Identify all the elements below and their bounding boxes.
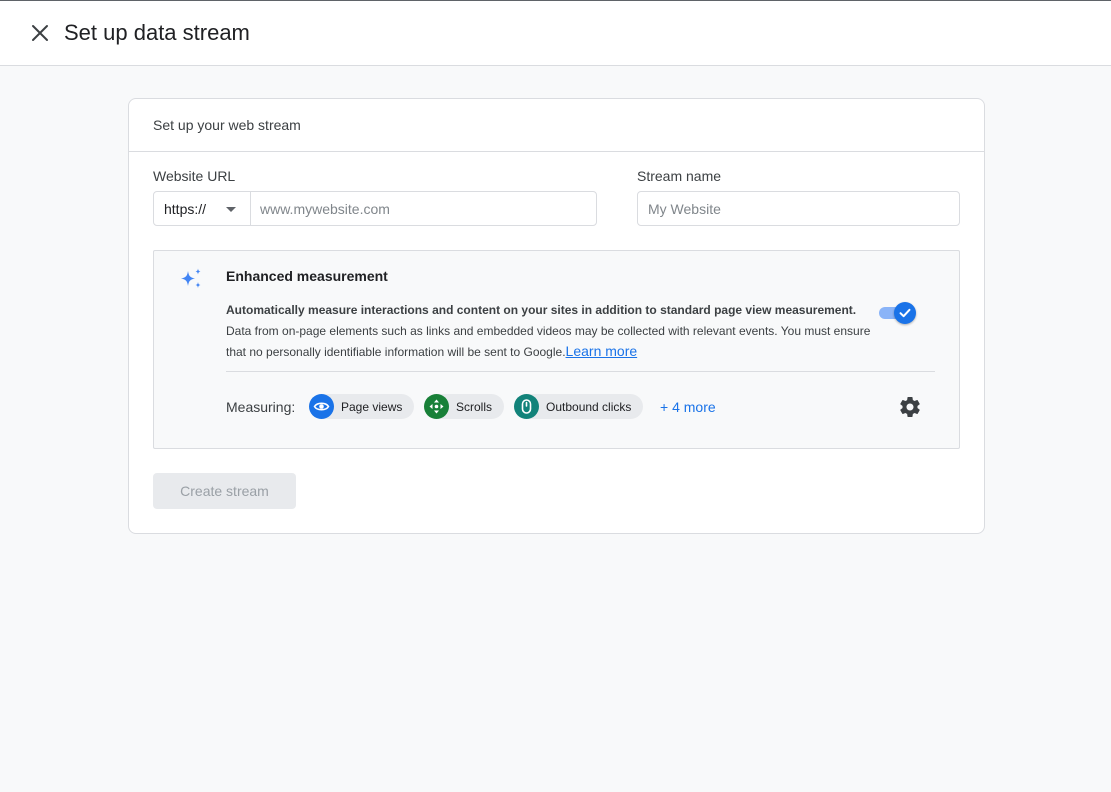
top-bar: Set up data stream — [0, 0, 1111, 66]
chip-label: Page views — [341, 399, 403, 414]
chip-label: Outbound clicks — [546, 399, 632, 414]
description-text: Data from on-page elements such as links… — [226, 324, 871, 359]
divider — [226, 371, 935, 372]
chip-page-views: Page views — [309, 394, 415, 419]
page-title: Set up data stream — [64, 20, 250, 45]
close-button[interactable] — [26, 19, 54, 47]
protocol-value: https:// — [164, 200, 207, 217]
stream-name-input[interactable] — [648, 200, 959, 217]
more-measurements-link[interactable]: + 4 more — [660, 399, 716, 415]
gear-icon — [900, 397, 920, 417]
card-header: Set up your web stream — [129, 99, 984, 152]
web-stream-card: Set up your web stream Website URL https… — [128, 98, 985, 534]
mouse-icon — [514, 394, 539, 419]
enhanced-measurement-description: Data from on-page elements such as links… — [226, 321, 876, 362]
stream-name-label: Stream name — [637, 168, 722, 184]
stream-name-field — [637, 191, 960, 226]
chip-label: Scrolls — [456, 399, 493, 414]
enhanced-measurement-panel: Enhanced measurement Automatically measu… — [153, 250, 960, 449]
chip-scrolls: Scrolls — [424, 394, 505, 419]
close-icon — [32, 25, 48, 41]
toggle-thumb — [894, 302, 916, 324]
enhanced-measurement-toggle[interactable] — [879, 302, 916, 324]
settings-button[interactable] — [898, 395, 922, 419]
eye-icon — [309, 394, 334, 419]
create-stream-button[interactable]: Create stream — [153, 473, 296, 509]
website-url-input[interactable] — [251, 192, 596, 225]
enhanced-measurement-summary: Automatically measure interactions and c… — [226, 303, 857, 317]
protocol-select[interactable]: https:// — [154, 192, 251, 225]
website-url-group: https:// — [153, 191, 597, 226]
scroll-arrows-icon — [424, 394, 449, 419]
chevron-down-icon — [226, 207, 236, 212]
website-url-label: Website URL — [153, 168, 236, 184]
check-icon — [899, 308, 911, 318]
learn-more-link[interactable]: Learn more — [566, 343, 638, 359]
sparkle-icon — [181, 268, 201, 288]
chip-outbound-clicks: Outbound clicks — [514, 394, 644, 419]
enhanced-measurement-title: Enhanced measurement — [226, 268, 388, 284]
measuring-label: Measuring: — [226, 399, 296, 415]
